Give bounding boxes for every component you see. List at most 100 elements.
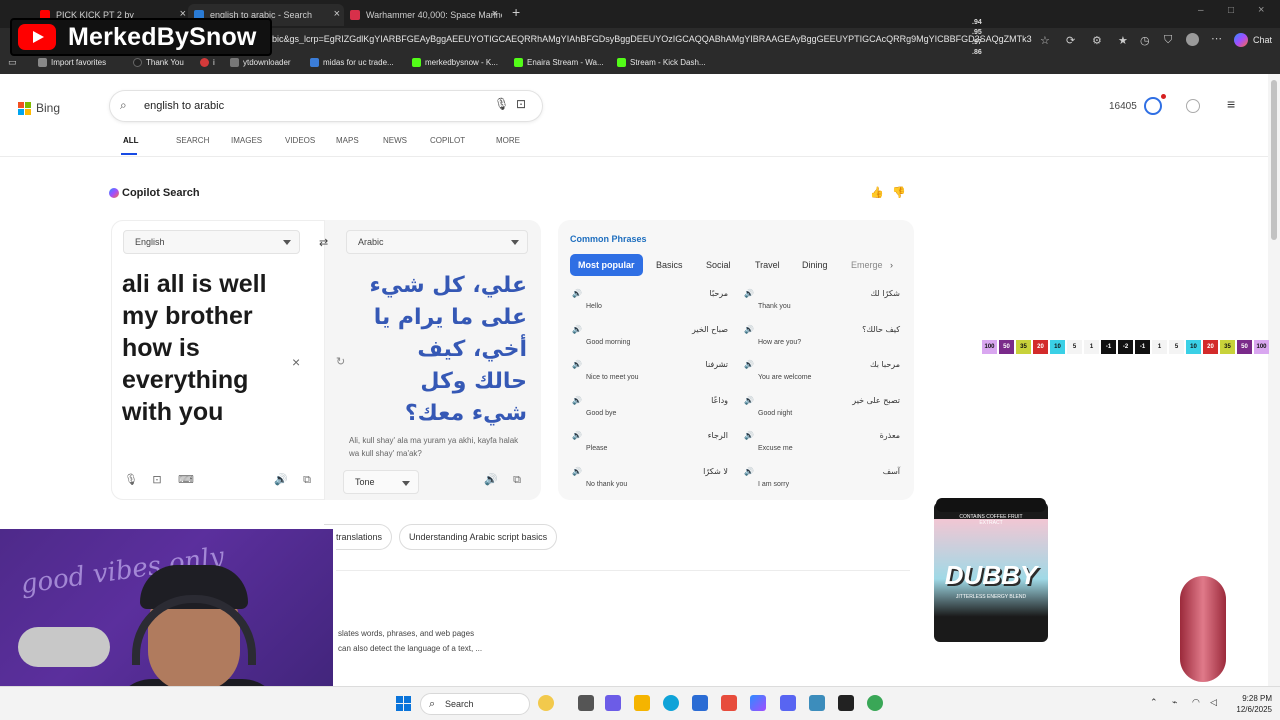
favorite-item[interactable]: i xyxy=(200,58,215,67)
edge-icon[interactable] xyxy=(663,695,679,711)
volume-icon[interactable]: ◁ xyxy=(1210,697,1217,708)
phrase-tab-most-popular[interactable]: Most popular xyxy=(570,254,643,276)
phrase-tab-basics[interactable]: Basics xyxy=(656,254,683,276)
url-field[interactable]: bic&gs_lcrp=EgRIZGdlKgYIARBFGEAyBggAEEUY… xyxy=(272,34,1032,44)
phrase-tab-social[interactable]: Social xyxy=(706,254,731,276)
refresh-icon[interactable]: ⟳ xyxy=(1066,34,1075,47)
speaker-icon[interactable]: 🔊 xyxy=(572,360,582,369)
chat-label[interactable]: Chat xyxy=(1253,35,1272,45)
close-window-button[interactable]: × xyxy=(1258,4,1264,16)
close-tab-icon[interactable]: × xyxy=(334,8,340,20)
close-tab-icon[interactable]: × xyxy=(492,8,498,20)
file-explorer-icon[interactable] xyxy=(634,695,650,711)
copy-icon[interactable]: ⧉ xyxy=(511,474,523,486)
copilot-app-icon[interactable] xyxy=(750,695,766,711)
speaker-icon[interactable]: 🔊 xyxy=(572,467,582,476)
source-language-select[interactable]: English xyxy=(123,230,300,254)
microphone-icon[interactable]: 🎙 xyxy=(124,474,138,486)
phrase-item[interactable]: 🔊 تصبح على خير Good night xyxy=(744,396,906,426)
history-icon[interactable]: ◷ xyxy=(1140,34,1150,47)
speaker-icon[interactable]: 🔊 xyxy=(744,431,754,440)
star-icon[interactable]: ☆ xyxy=(1040,34,1050,47)
favorite-item[interactable]: merkedbysnow - K... xyxy=(412,58,498,67)
speaker-icon[interactable]: 🔊 xyxy=(572,325,582,334)
speaker-icon[interactable]: 🔊 xyxy=(744,289,754,298)
speaker-icon[interactable]: 🔊 xyxy=(572,431,582,440)
copy-icon[interactable]: ⧉ xyxy=(301,474,313,486)
microphone-icon[interactable]: 🎙 xyxy=(494,97,509,111)
system-clock[interactable]: 9:28 PM 12/6/2025 xyxy=(1226,693,1272,715)
sidebar-toggle-icon[interactable]: ▭ xyxy=(8,57,17,68)
app-icon[interactable] xyxy=(721,695,737,711)
windows-start-icon[interactable] xyxy=(396,696,411,711)
taskbar-search[interactable]: ⌕ Search xyxy=(420,693,530,715)
tab-copilot[interactable]: COPILOT xyxy=(430,136,465,145)
phrase-tab-emergency[interactable]: Emerge xyxy=(851,254,883,276)
app-icon[interactable] xyxy=(809,695,825,711)
weather-icon[interactable] xyxy=(538,695,554,711)
tab-search[interactable]: SEARCH xyxy=(176,136,209,145)
rewards-points[interactable]: 16405 xyxy=(1109,101,1137,112)
phrase-item[interactable]: 🔊 وداعًا Good bye xyxy=(572,396,734,426)
chevron-right-icon[interactable]: › xyxy=(890,260,893,270)
teams-icon[interactable] xyxy=(605,695,621,711)
phrase-item[interactable]: 🔊 الرجاء Please xyxy=(572,431,734,461)
phrase-item[interactable]: 🔊 كيف حالك؟ How are you? xyxy=(744,325,906,355)
favorite-item[interactable]: ytdownloader xyxy=(230,58,291,67)
bing-logo[interactable]: Bing xyxy=(18,101,60,115)
menu-dots-icon[interactable]: ⋯ xyxy=(1211,32,1222,45)
speaker-icon[interactable]: 🔊 xyxy=(744,467,754,476)
obs-icon[interactable] xyxy=(838,695,854,711)
speaker-icon[interactable]: 🔊 xyxy=(744,396,754,405)
scrollbar-thumb[interactable] xyxy=(1271,80,1277,240)
user-avatar-icon[interactable] xyxy=(1186,99,1200,113)
phrase-item[interactable]: 🔊 مرحبا بك You are welcome xyxy=(744,360,906,390)
tab-maps[interactable]: MAPS xyxy=(336,136,359,145)
tab-images[interactable]: IMAGES xyxy=(231,136,262,145)
phrase-item[interactable]: 🔊 شكرًا لك Thank you xyxy=(744,289,906,319)
extensions-icon[interactable]: ⚙ xyxy=(1092,34,1102,47)
speaker-icon[interactable]: 🔊 xyxy=(484,474,498,486)
minimize-button[interactable]: – xyxy=(1198,5,1204,16)
speaker-icon[interactable]: 🔊 xyxy=(744,360,754,369)
speaker-icon[interactable]: 🔊 xyxy=(572,396,582,405)
thumbs-up-icon[interactable]: 👍 xyxy=(870,186,884,199)
favorite-item[interactable]: midas for uc trade... xyxy=(310,58,394,67)
speaker-icon[interactable]: 🔊 xyxy=(572,289,582,298)
page-scrollbar[interactable] xyxy=(1268,74,1280,686)
source-text-input[interactable]: ali all is well my brother how is everyt… xyxy=(122,268,292,428)
tray-chevron-icon[interactable]: ⌃ xyxy=(1150,697,1158,708)
clear-text-icon[interactable]: × xyxy=(292,354,300,370)
favorite-item[interactable]: Enaira Stream - Wa... xyxy=(514,58,604,67)
refresh-translation-icon[interactable]: ↻ xyxy=(336,355,345,368)
phrase-item[interactable]: 🔊 مرحبًا Hello xyxy=(572,289,734,319)
network-icon[interactable]: ⌁ xyxy=(1172,697,1177,708)
tab-videos[interactable]: VIDEOS xyxy=(285,136,315,145)
search-input[interactable]: english to arabic xyxy=(144,100,224,112)
favorite-item[interactable]: Stream - Kick Dash... xyxy=(617,58,706,67)
speaker-icon[interactable]: 🔊 xyxy=(274,474,288,486)
phrase-tab-travel[interactable]: Travel xyxy=(755,254,780,276)
phrase-item[interactable]: 🔊 لا شكرًا No thank you xyxy=(572,467,734,497)
camera-icon[interactable]: ⊡ xyxy=(151,474,163,486)
tab-more[interactable]: MORE xyxy=(496,136,520,145)
browser-tab[interactable]: Warhammer 40,000: Space Marine × xyxy=(350,4,502,26)
related-chip[interactable]: Understanding Arabic script basics xyxy=(399,524,558,550)
tab-all[interactable]: ALL xyxy=(123,136,139,145)
phrase-item[interactable]: 🔊 صباح الخير Good morning xyxy=(572,325,734,355)
phrase-item[interactable]: 🔊 تشرفنا Nice to meet you xyxy=(572,360,734,390)
store-icon[interactable] xyxy=(692,695,708,711)
search-box[interactable]: ⌕ english to arabic 🎙 ⊡ xyxy=(110,91,542,121)
profile-icon[interactable] xyxy=(1186,33,1199,46)
shield-icon[interactable]: ⛉ xyxy=(1164,34,1172,47)
target-language-select[interactable]: Arabic xyxy=(346,230,528,254)
maximize-button[interactable]: □ xyxy=(1228,5,1234,16)
wifi-icon[interactable]: ◠ xyxy=(1192,697,1200,708)
tab-news[interactable]: NEWS xyxy=(383,136,407,145)
keyboard-icon[interactable]: ⌨ xyxy=(178,474,194,486)
tone-select[interactable]: Tone xyxy=(343,470,419,494)
favorites-icon[interactable]: ★ xyxy=(1118,34,1128,47)
task-view-icon[interactable] xyxy=(578,695,594,711)
phrase-tab-dining[interactable]: Dining xyxy=(802,254,828,276)
discord-icon[interactable] xyxy=(780,695,796,711)
